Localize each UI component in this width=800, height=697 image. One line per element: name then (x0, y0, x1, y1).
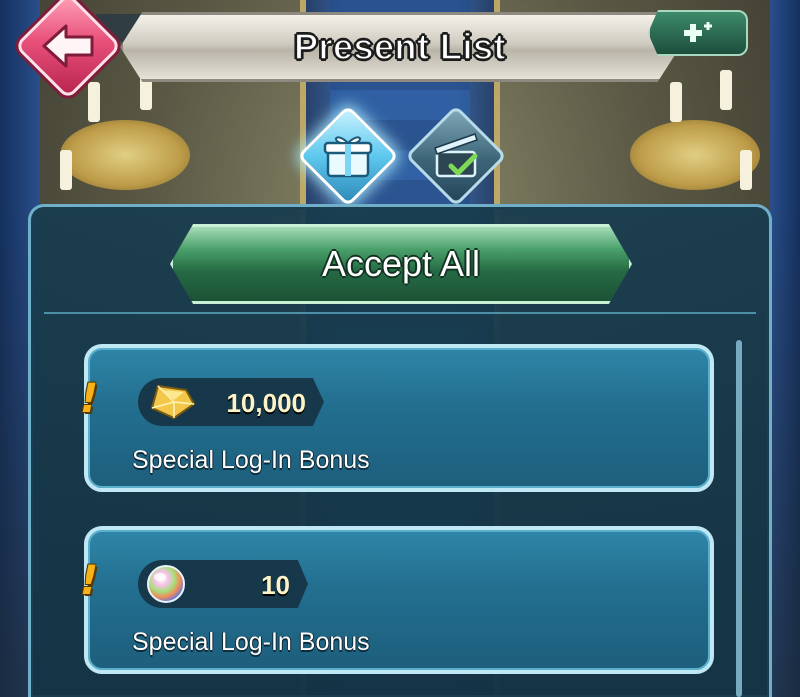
gift-box-icon (323, 136, 373, 178)
reward-pill: 10,000 (138, 378, 324, 426)
candle (740, 150, 752, 190)
accept-all-label: Accept All (321, 243, 481, 284)
back-button[interactable] (14, 0, 122, 100)
scrollbar[interactable] (736, 340, 742, 697)
present-item[interactable]: ! 10,000 Special Log-In Bonus (80, 344, 714, 492)
header-banner: Present List (120, 12, 680, 82)
opened-box-check-icon (434, 133, 478, 178)
present-item[interactable]: ! 10 Special Log-In Bonus (80, 526, 714, 674)
page-title: Present List (293, 25, 507, 68)
tab-gifts[interactable] (296, 104, 400, 208)
candle (60, 150, 72, 190)
tab-history[interactable] (404, 104, 508, 208)
orb-rainbow-icon (147, 565, 185, 603)
present-description: Special Log-In Bonus (132, 446, 370, 474)
present-description: Special Log-In Bonus (132, 628, 370, 656)
back-arrow-icon (42, 24, 94, 68)
accept-all-button[interactable]: Accept All (170, 224, 632, 304)
menu-button[interactable] (648, 10, 748, 56)
orb-crystal-gold-icon (150, 384, 196, 420)
candle (670, 82, 682, 122)
reward-pill: 10 (138, 560, 308, 608)
divider (44, 312, 756, 314)
reward-amount: 10 (261, 570, 290, 600)
alert-icon: ! (80, 376, 99, 422)
alert-icon: ! (80, 558, 99, 604)
reward-amount: 10,000 (226, 388, 306, 418)
dpad-plus-icon (684, 22, 712, 42)
candle-stand-left (60, 120, 190, 190)
candle (720, 70, 732, 110)
